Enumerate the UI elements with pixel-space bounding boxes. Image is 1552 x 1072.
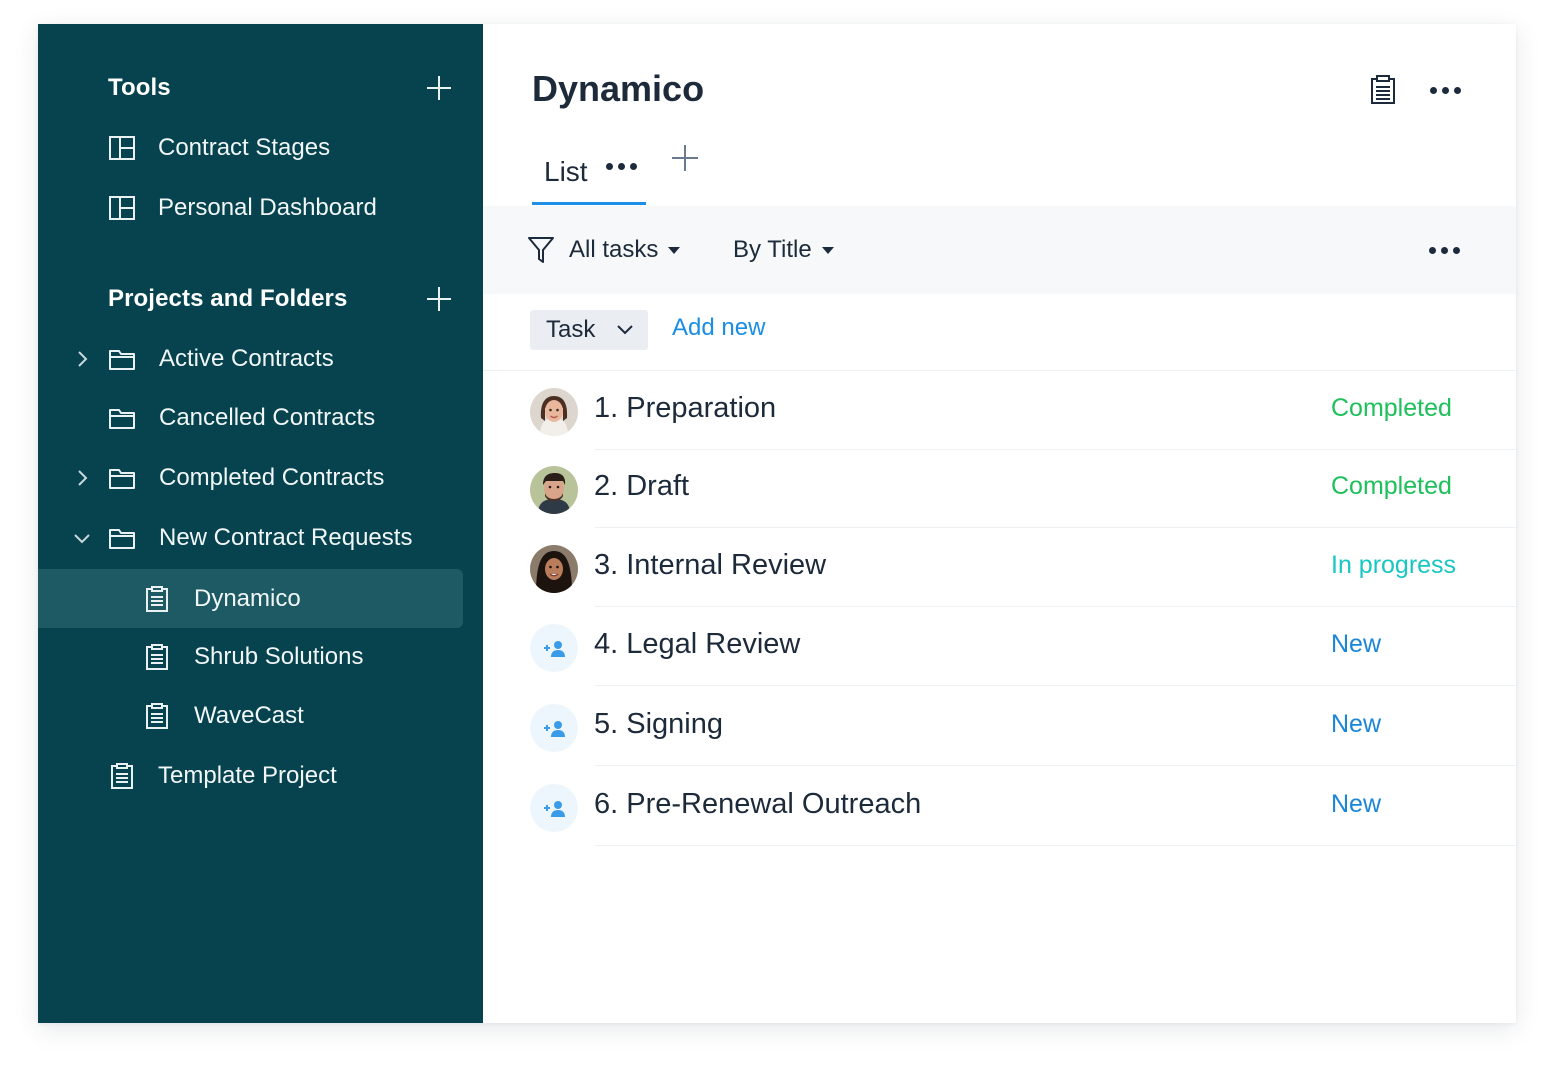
sidebar-item-personal-dashboard[interactable]: Personal Dashboard bbox=[38, 180, 463, 236]
dashboard-icon bbox=[109, 136, 135, 160]
sidebar-item-label: Cancelled Contracts bbox=[159, 404, 376, 431]
folder-icon bbox=[109, 409, 135, 429]
task-status[interactable]: New bbox=[1331, 790, 1381, 819]
sidebar-item-label: WaveCast bbox=[194, 702, 304, 729]
row-divider bbox=[595, 685, 1516, 686]
dashboard-icon bbox=[109, 196, 135, 220]
task-row[interactable]: 4. Legal Review New bbox=[483, 608, 1516, 686]
chevron-down-icon[interactable] bbox=[70, 526, 94, 550]
sidebar-item-label: New Contract Requests bbox=[159, 524, 413, 551]
chevron-right-icon[interactable] bbox=[70, 347, 94, 371]
sidebar-item-shrub-solutions[interactable]: Shrub Solutions bbox=[38, 629, 463, 685]
row-divider bbox=[595, 765, 1516, 766]
task-row[interactable]: 1. Preparation Completed bbox=[483, 372, 1516, 450]
add-new-task-link[interactable]: Add new bbox=[672, 314, 765, 342]
task-status[interactable]: New bbox=[1331, 710, 1381, 739]
page-title: Dynamico bbox=[532, 68, 705, 109]
row-divider bbox=[595, 845, 1516, 846]
sidebar-item-new-contract-requests[interactable]: New Contract Requests bbox=[38, 510, 463, 566]
add-tool-button[interactable] bbox=[425, 74, 453, 102]
task-status[interactable]: Completed bbox=[1331, 472, 1452, 501]
project-icon bbox=[111, 763, 133, 789]
toolbar: All tasks By Title bbox=[483, 206, 1516, 294]
task-title[interactable]: 6. Pre-Renewal Outreach bbox=[594, 788, 921, 821]
toolbar-more-icon[interactable] bbox=[1426, 240, 1462, 260]
task-title[interactable]: 2. Draft bbox=[594, 470, 689, 503]
chevron-right-icon[interactable] bbox=[70, 466, 94, 490]
chevron-down-icon bbox=[617, 325, 633, 335]
tab-list[interactable]: List bbox=[532, 142, 646, 205]
main-panel: Dynamico List All tasks By Title Task Ad… bbox=[483, 24, 1516, 1023]
projects-section-title: Projects and Folders bbox=[108, 285, 348, 312]
tab-options-icon[interactable] bbox=[604, 156, 638, 176]
sidebar-item-label: Personal Dashboard bbox=[158, 194, 377, 221]
sidebar-item-label: Dynamico bbox=[194, 584, 301, 612]
project-icon bbox=[146, 585, 168, 612]
tools-section-header: Tools bbox=[108, 71, 453, 105]
folder-icon bbox=[109, 529, 135, 549]
sort-label: By Title bbox=[733, 236, 812, 263]
task-row[interactable]: 3. Internal Review In progress bbox=[483, 529, 1516, 607]
task-status[interactable]: Completed bbox=[1331, 394, 1452, 423]
sidebar-item-label: Contract Stages bbox=[158, 134, 331, 161]
task-row[interactable]: 5. Signing New bbox=[483, 688, 1516, 766]
task-row[interactable]: 2. Draft Completed bbox=[483, 450, 1516, 528]
project-info-icon[interactable] bbox=[1367, 74, 1399, 106]
sort-dropdown[interactable]: By Title bbox=[733, 232, 834, 268]
task-title[interactable]: 4. Legal Review bbox=[594, 628, 800, 661]
assign-user-icon[interactable] bbox=[530, 784, 578, 832]
avatar[interactable] bbox=[530, 466, 578, 514]
sidebar-item-label: Active Contracts bbox=[159, 345, 334, 372]
sidebar: Tools Contract Stages Personal Dashboard… bbox=[38, 24, 483, 1023]
assign-user-icon[interactable] bbox=[530, 624, 578, 672]
assign-user-icon[interactable] bbox=[530, 704, 578, 752]
sidebar-item-label: Completed Contracts bbox=[159, 464, 385, 491]
folder-icon bbox=[109, 350, 135, 370]
folder-icon bbox=[109, 469, 135, 489]
task-type-label: Task bbox=[546, 316, 596, 343]
sidebar-item-template-project[interactable]: Template Project bbox=[38, 748, 463, 804]
filter-label: All tasks bbox=[569, 236, 659, 263]
tab-list-label: List bbox=[544, 156, 588, 187]
more-options-icon[interactable] bbox=[1425, 80, 1465, 100]
sidebar-item-wavecast[interactable]: WaveCast bbox=[38, 688, 463, 744]
task-title[interactable]: 3. Internal Review bbox=[594, 549, 826, 582]
task-row[interactable]: 6. Pre-Renewal Outreach New bbox=[483, 768, 1516, 846]
add-view-button[interactable] bbox=[671, 144, 699, 172]
divider bbox=[483, 370, 1516, 371]
task-title[interactable]: 1. Preparation bbox=[594, 392, 776, 425]
sidebar-item-completed-contracts[interactable]: Completed Contracts bbox=[38, 450, 463, 506]
sidebar-item-contract-stages[interactable]: Contract Stages bbox=[38, 120, 463, 176]
filter-icon bbox=[528, 237, 554, 263]
sidebar-item-label: Template Project bbox=[158, 762, 337, 789]
project-icon bbox=[146, 644, 168, 670]
projects-section-header: Projects and Folders bbox=[108, 282, 453, 316]
row-divider bbox=[595, 527, 1516, 528]
avatar[interactable] bbox=[530, 545, 578, 593]
add-project-button[interactable] bbox=[425, 285, 453, 313]
sidebar-item-label: Shrub Solutions bbox=[194, 643, 364, 670]
filter-dropdown[interactable]: All tasks bbox=[527, 232, 681, 268]
sidebar-item-cancelled-contracts[interactable]: Cancelled Contracts bbox=[38, 390, 463, 446]
task-type-select[interactable]: Task bbox=[530, 310, 648, 350]
sidebar-item-active-contracts[interactable]: Active Contracts bbox=[38, 331, 463, 387]
row-divider bbox=[595, 606, 1516, 607]
task-status[interactable]: In progress bbox=[1331, 551, 1456, 580]
task-title[interactable]: 5. Signing bbox=[594, 708, 723, 741]
tools-section-title: Tools bbox=[108, 74, 171, 101]
avatar[interactable] bbox=[530, 388, 578, 436]
project-icon bbox=[146, 703, 168, 729]
caret-down-icon bbox=[821, 246, 834, 254]
sidebar-item-dynamico[interactable]: Dynamico bbox=[38, 569, 463, 628]
task-status[interactable]: New bbox=[1331, 630, 1381, 659]
caret-down-icon bbox=[668, 246, 681, 254]
app-window: Tools Contract Stages Personal Dashboard… bbox=[38, 24, 1516, 1023]
